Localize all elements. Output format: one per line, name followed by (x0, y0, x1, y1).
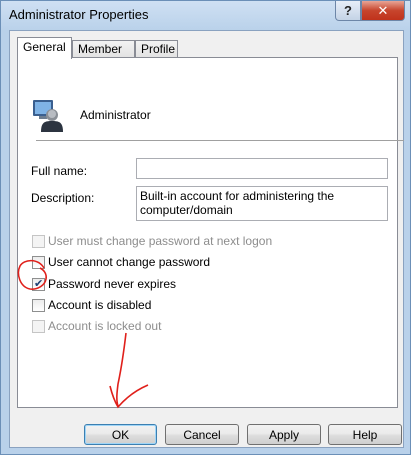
account-locked-label: Account is locked out (48, 319, 162, 333)
password-never-expires-checkbox[interactable]: ✔ (32, 278, 45, 291)
ok-button[interactable]: OK (84, 424, 157, 445)
tab-general[interactable]: General (17, 37, 72, 59)
general-tab-panel: Administrator Full name: Description: Bu… (17, 57, 404, 408)
apply-button[interactable]: Apply (247, 424, 321, 445)
full-name-label: Full name: (31, 164, 88, 178)
password-never-expires-label: Password never expires (48, 277, 177, 291)
title-help-button[interactable]: ? (335, 1, 361, 21)
separator (36, 140, 404, 141)
must-change-password-checkbox[interactable] (32, 235, 45, 248)
account-name: Administrator (80, 108, 151, 122)
description-input[interactable]: Built-in account for administering the c… (136, 186, 388, 221)
account-disabled-label: Account is disabled (48, 298, 152, 312)
dialog-client-area: General Member Of Profile Administrator … (9, 30, 404, 448)
properties-window: Administrator Properties ? ✕ General Mem… (0, 0, 411, 455)
cannot-change-password-label: User cannot change password (48, 255, 211, 269)
tab-member-of[interactable]: Member Of (72, 40, 135, 72)
user-account-icon (33, 100, 63, 132)
cancel-button[interactable]: Cancel (165, 424, 239, 445)
title-close-button[interactable]: ✕ (361, 1, 405, 21)
description-text: Built-in account for administering the c… (140, 189, 335, 217)
account-disabled-checkbox[interactable] (32, 299, 45, 312)
window-title: Administrator Properties (9, 7, 149, 22)
help-button[interactable]: Help (328, 424, 402, 445)
account-locked-checkbox[interactable] (32, 320, 45, 333)
cannot-change-password-checkbox[interactable] (32, 256, 45, 269)
checkmark-icon: ✔ (34, 278, 44, 290)
description-label: Description: (31, 191, 95, 205)
tab-profile[interactable]: Profile (135, 40, 178, 57)
must-change-password-label: User must change password at next logon (48, 234, 273, 248)
full-name-input[interactable] (136, 158, 388, 179)
